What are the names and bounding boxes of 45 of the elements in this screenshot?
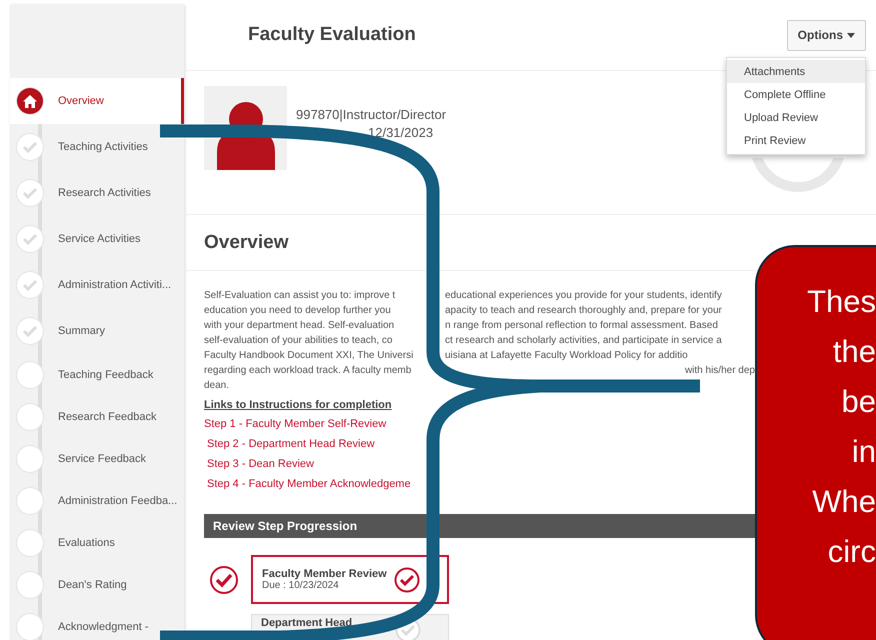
menu-item[interactable]: Print Review (727, 129, 865, 152)
step-name: Faculty Member Review (262, 568, 387, 580)
caret-icon (847, 32, 855, 38)
check-icon (23, 187, 37, 199)
instruction-link[interactable]: Step 3 - Dean Review (207, 456, 314, 472)
check-icon (23, 279, 37, 291)
instruction-link[interactable]: Step 4 - Faculty Member Acknowledgeme (207, 476, 411, 492)
review-step-card[interactable]: Faculty Member Review Due : 10/23/2024 (251, 555, 449, 604)
check-icon (23, 325, 37, 337)
progress-ring-icon (750, 158, 846, 192)
callout-text: Thes (807, 283, 876, 321)
section-heading: Overview (204, 232, 288, 254)
sidebar-item[interactable]: Service Feedback (10, 438, 184, 480)
employee-id-role: 997870|Instructor/Director (296, 106, 446, 124)
sidebar-item[interactable]: Evaluations (10, 522, 184, 564)
review-period: 12/31/2023 (368, 124, 434, 142)
check-icon (23, 233, 37, 245)
menu-item[interactable]: Attachments (727, 60, 865, 83)
links-heading: Links to Instructions for completion (204, 399, 392, 411)
check-icon (23, 141, 37, 153)
due-date: Due : 10/23/2024 (262, 580, 340, 591)
sidebar-item[interactable]: Research Activities (10, 170, 184, 216)
sidebar-item[interactable]: Administration Activiti... (10, 262, 184, 308)
sidebar-item[interactable]: Administration Feedba... (10, 480, 184, 522)
sidebar-item[interactable]: Teaching Feedback (10, 354, 184, 396)
menu-item[interactable]: Upload Review (727, 106, 865, 129)
callout-text: the (832, 333, 876, 371)
sidebar-item[interactable]: Overview (10, 78, 184, 124)
sidebar-item[interactable]: Research Feedback (10, 396, 184, 438)
callout-text: in (852, 433, 876, 471)
options-button[interactable]: Options (786, 20, 866, 50)
instruction-link[interactable]: Step 2 - Department Head Review (207, 436, 375, 452)
page-title: Faculty Evaluation (248, 24, 416, 46)
sidebar-item[interactable]: Teaching Activities (10, 124, 184, 170)
instruction-link[interactable]: Step 1 - Faculty Member Self-Review (204, 416, 386, 432)
sidebar-item[interactable]: Acknowledgment - (10, 606, 184, 640)
sidebar-item[interactable]: Summary (10, 308, 184, 354)
step-name: Department Head (261, 617, 352, 629)
overview-paragraph: Self-Evaluation can assist you to: improve t educational experiences you provide for your students, identify education you need to develop further you apacity to teach and research thoroughly and, prepare for your with your department head. Self-evaluation n range from personal reflection to formal assessment. Based self-evaluation of your abilities to teach, co ct research and scholarly activities, and participate in service a Faculty Handbook Document XXI, The Universi uisiana at Lafayette Faculty Workload Policy for additio regarding each workload track. A faculty memb with his/her dep dean. (204, 289, 755, 393)
sidebar-item[interactable]: Dean's Rating (10, 564, 184, 606)
menu-item[interactable]: Complete Offline (727, 83, 865, 106)
callout-text: be (842, 383, 876, 421)
check-circle-icon (394, 566, 420, 592)
sidebar-item[interactable]: Service Activities (10, 216, 184, 262)
check-circle-icon (209, 564, 239, 594)
